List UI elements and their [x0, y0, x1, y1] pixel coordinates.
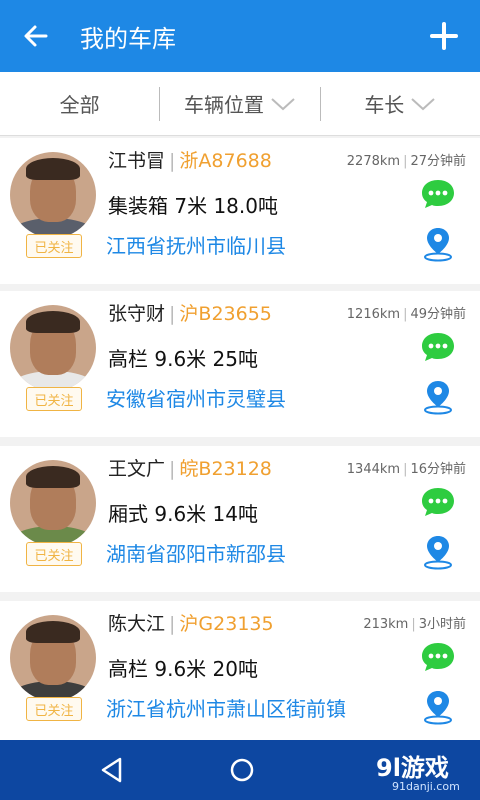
system-nav-bar: 9l游戏 91danji.com: [0, 740, 480, 800]
driver-location: 安徽省宿州市灵璧县: [106, 387, 286, 411]
app-bar: 我的车库: [0, 0, 480, 72]
filter-length[interactable]: 车长: [319, 86, 480, 121]
distance-time: 1216km | 49分钟前: [346, 307, 466, 322]
license-plate: 皖B23128: [179, 458, 272, 480]
vehicle-info: 高栏 9.6米 25吨: [108, 347, 258, 371]
vehicle-info: 高栏 9.6米 20吨: [108, 657, 258, 681]
page-title: 我的车库: [80, 24, 176, 53]
avatar[interactable]: [10, 152, 96, 238]
nav-home-icon[interactable]: [226, 754, 258, 786]
list-item[interactable]: 已关注 陈大江 | 沪G23135 213km | 3小时前 高栏 9.6米 20吨 浙…: [0, 601, 480, 740]
watermark-url: 91danji.com: [392, 780, 460, 793]
arrow-left-icon: [24, 25, 48, 47]
avatar[interactable]: [10, 305, 96, 391]
driver-name-row: 陈大江 | 沪G23135: [108, 613, 274, 635]
chat-bubble-icon[interactable]: [420, 486, 456, 518]
distance: 2278km: [346, 154, 401, 169]
plus-icon: [430, 22, 458, 50]
chat-bubble-icon[interactable]: [420, 178, 456, 210]
nav-back-icon[interactable]: [96, 754, 128, 786]
chevron-down-icon: [271, 97, 295, 110]
distance-time: 2278km | 27分钟前: [346, 154, 466, 169]
last-seen: 27分钟前: [410, 154, 466, 169]
distance: 1216km: [346, 307, 401, 322]
location-pin-icon[interactable]: [422, 689, 454, 725]
chat-bubble-icon[interactable]: [420, 331, 456, 363]
followed-badge: 已关注: [26, 387, 82, 411]
driver-name-row: 江书冒 | 浙A87688: [108, 150, 272, 172]
vehicle-info: 厢式 9.6米 14吨: [108, 502, 258, 526]
distance: 1344km: [346, 462, 401, 477]
watermark-brand: 9l游戏: [376, 754, 449, 782]
driver-name: 王文广: [108, 458, 166, 480]
driver-name: 江书冒: [108, 150, 166, 172]
distance-time: 213km | 3小时前: [363, 617, 466, 632]
driver-name-row: 王文广 | 皖B23128: [108, 458, 272, 480]
distance: 213km: [363, 617, 409, 632]
driver-list[interactable]: 已关注 江书冒 | 浙A87688 2278km | 27分钟前 集装箱 7米 18.0…: [0, 136, 480, 740]
list-item[interactable]: 已关注 江书冒 | 浙A87688 2278km | 27分钟前 集装箱 7米 18.0…: [0, 138, 480, 284]
driver-location: 江西省抚州市临川县: [106, 234, 286, 258]
watermark: 9l游戏 91danji.com: [370, 748, 474, 796]
driver-name: 张守财: [108, 303, 166, 325]
driver-location: 浙江省杭州市萧山区街前镇: [106, 697, 346, 721]
license-plate: 浙A87688: [179, 150, 272, 172]
filter-bar: 全部 车辆位置 车长: [0, 72, 480, 136]
followed-badge: 已关注: [26, 234, 82, 258]
driver-name: 陈大江: [108, 613, 166, 635]
avatar[interactable]: [10, 460, 96, 546]
distance-time: 1344km | 16分钟前: [346, 462, 466, 477]
last-seen: 3小时前: [418, 617, 466, 632]
list-item[interactable]: 已关注 张守财 | 沪B23655 1216km | 49分钟前 高栏 9.6米 25吨…: [0, 291, 480, 437]
driver-name-row: 张守财 | 沪B23655: [108, 303, 272, 325]
followed-badge: 已关注: [26, 542, 82, 566]
vehicle-info: 集装箱 7米 18.0吨: [108, 194, 278, 218]
list-item[interactable]: 已关注 王文广 | 皖B23128 1344km | 16分钟前 厢式 9.6米 14吨…: [0, 446, 480, 592]
location-pin-icon[interactable]: [422, 534, 454, 570]
filter-label: 全部: [59, 93, 100, 117]
license-plate: 沪G23135: [179, 613, 274, 635]
add-button[interactable]: [408, 0, 480, 72]
filter-all[interactable]: 全部: [0, 87, 159, 121]
license-plate: 沪B23655: [179, 303, 272, 325]
driver-location: 湖南省邵阳市新邵县: [106, 542, 286, 566]
chevron-down-icon: [411, 97, 435, 110]
followed-badge: 已关注: [26, 697, 82, 721]
filter-label: 车长: [364, 93, 405, 117]
last-seen: 16分钟前: [410, 462, 466, 477]
location-pin-icon[interactable]: [422, 226, 454, 262]
chat-bubble-icon[interactable]: [420, 641, 456, 673]
location-pin-icon[interactable]: [422, 379, 454, 415]
back-button[interactable]: [0, 0, 72, 72]
filter-label: 车辆位置: [183, 93, 264, 117]
avatar[interactable]: [10, 615, 96, 701]
last-seen: 49分钟前: [410, 307, 466, 322]
filter-location[interactable]: 车辆位置: [159, 86, 319, 121]
